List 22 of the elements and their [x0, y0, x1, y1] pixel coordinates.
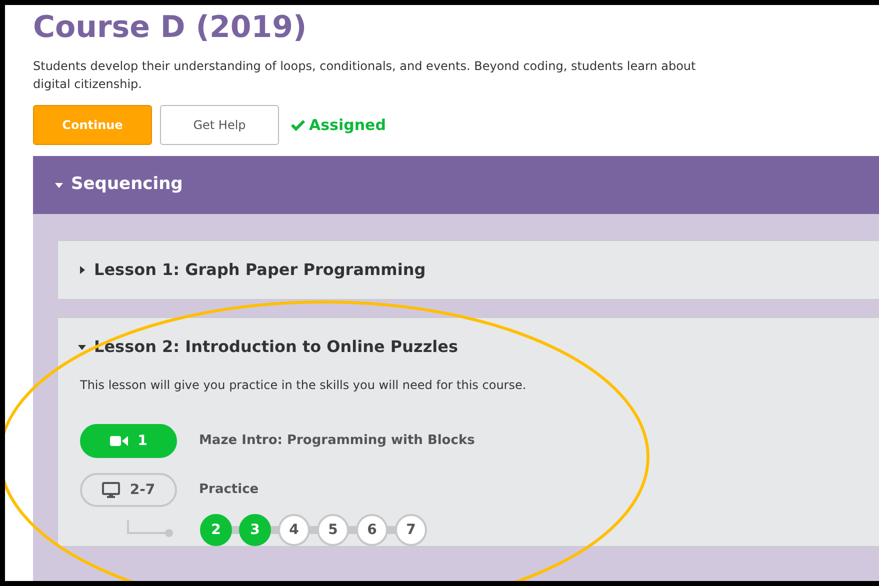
checkmark-icon — [291, 119, 305, 131]
section-title: Sequencing — [71, 173, 183, 196]
level-bubble[interactable]: 4 — [278, 514, 310, 546]
help-button[interactable]: Get Help — [160, 105, 279, 145]
practice-activity-pill[interactable]: 2-7 — [80, 473, 177, 507]
section-header[interactable]: Sequencing — [33, 156, 879, 214]
activity-name: Maze Intro: Programming with Blocks — [199, 432, 475, 450]
activity-name: Practice — [199, 481, 259, 500]
course-description: Students develop their understanding of loops, conditionals, and events. Beyond coding, students learn about digital citizenship. — [33, 58, 697, 93]
connector-line — [126, 520, 174, 540]
level-bubble[interactable]: 6 — [356, 514, 388, 546]
level-bubble[interactable]: 5 — [317, 514, 349, 546]
monitor-icon — [102, 482, 120, 498]
video-camera-icon — [110, 435, 128, 447]
lesson-description: This lesson will give you practice in the skills you will need for this course. — [80, 377, 528, 394]
assigned-status: Assigned — [309, 114, 386, 136]
lesson-title: Lesson 1: Graph Paper Programming — [94, 259, 426, 281]
level-bubble[interactable]: 7 — [395, 514, 427, 546]
lesson-title: Lesson 2: Introduction to Online Puzzles — [94, 336, 458, 358]
course-title: Course D (2019) — [33, 9, 308, 47]
lesson-header[interactable]: Lesson 2: Introduction to Online Puzzles — [58, 318, 879, 376]
lesson-header[interactable]: Lesson 1: Graph Paper Programming — [58, 241, 879, 299]
